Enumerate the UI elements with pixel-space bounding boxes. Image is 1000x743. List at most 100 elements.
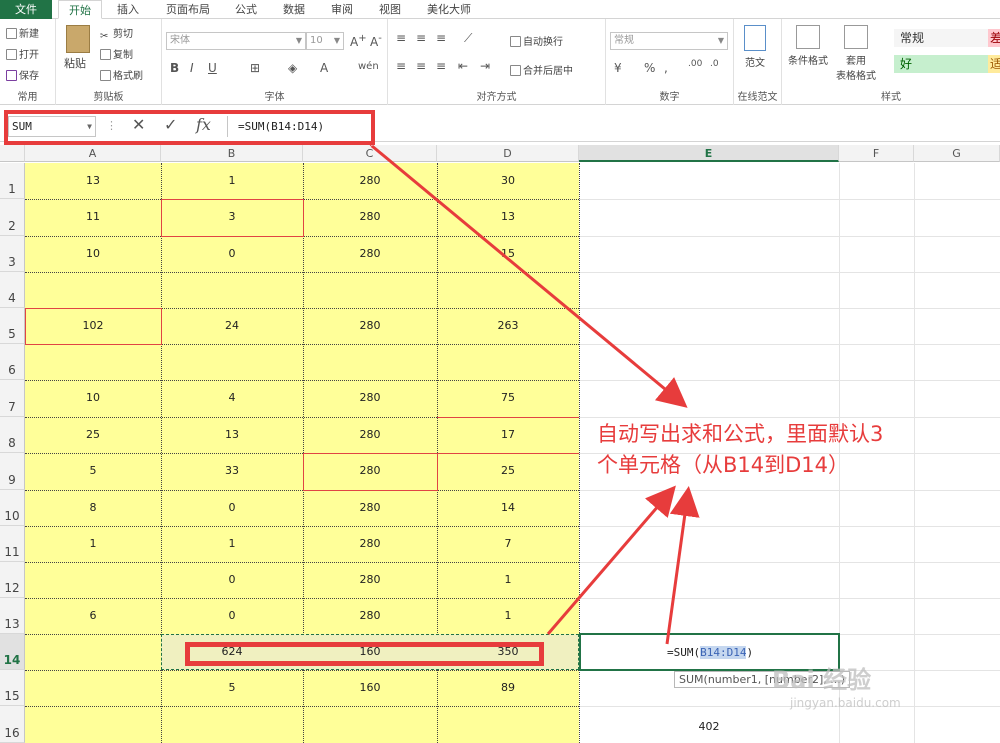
cell-d3[interactable]: 15: [437, 247, 579, 260]
tab-data[interactable]: 数据: [274, 0, 314, 19]
merge-center-button[interactable]: 合并后居中: [510, 62, 573, 77]
select-all-corner[interactable]: [0, 145, 25, 162]
tab-view[interactable]: 视图: [370, 0, 410, 19]
cell-a2[interactable]: 11: [25, 210, 161, 223]
cell-c11[interactable]: 280: [303, 537, 437, 550]
align-top-icon[interactable]: ≡: [396, 31, 406, 45]
open-button[interactable]: 打开: [6, 46, 39, 61]
table-format-button[interactable]: 套用 表格格式: [836, 25, 876, 82]
cell-b11[interactable]: 1: [161, 537, 303, 550]
cut-button[interactable]: ✂ 剪切: [100, 25, 133, 42]
cell-b10[interactable]: 0: [161, 501, 303, 514]
comma-icon[interactable]: ,: [664, 61, 668, 75]
cell-c1[interactable]: 280: [303, 174, 437, 187]
tab-beautify-master[interactable]: 美化大师: [418, 0, 480, 19]
conditional-format-button[interactable]: 条件格式: [788, 25, 828, 67]
cell-b5[interactable]: 24: [161, 319, 303, 332]
increase-font-icon[interactable]: A+: [350, 33, 367, 49]
column-header-d[interactable]: D: [437, 145, 579, 162]
column-header-g[interactable]: G: [914, 145, 1000, 162]
cell-d5[interactable]: 263: [437, 319, 579, 332]
cell-c9[interactable]: 280: [303, 464, 437, 477]
cell-a11[interactable]: 1: [25, 537, 161, 550]
row-header-7[interactable]: 7: [0, 380, 25, 417]
cell-c7[interactable]: 280: [303, 391, 437, 404]
row-header-16[interactable]: 16: [0, 706, 25, 743]
cell-a5[interactable]: 102: [25, 319, 161, 332]
cell-d10[interactable]: 14: [437, 501, 579, 514]
cell-d2[interactable]: 13: [437, 210, 579, 223]
align-right-icon[interactable]: ≡: [436, 59, 446, 73]
italic-icon[interactable]: I: [190, 61, 194, 75]
row-header-13[interactable]: 13: [0, 598, 25, 634]
row-header-5[interactable]: 5: [0, 308, 25, 344]
row-header-3[interactable]: 3: [0, 236, 25, 272]
row-header-4[interactable]: 4: [0, 272, 25, 308]
style-normal[interactable]: 常规: [894, 29, 988, 47]
row-header-10[interactable]: 10: [0, 490, 25, 526]
column-header-b[interactable]: B: [161, 145, 303, 162]
cell-c5[interactable]: 280: [303, 319, 437, 332]
fill-color-icon[interactable]: ◈: [288, 61, 297, 75]
cell-a1[interactable]: 13: [25, 174, 161, 187]
row-header-1[interactable]: 1: [0, 163, 25, 199]
tab-formulas[interactable]: 公式: [226, 0, 266, 19]
cell-c10[interactable]: 280: [303, 501, 437, 514]
cell-c15[interactable]: 160: [303, 681, 437, 694]
font-size-select[interactable]: 10 ▼: [306, 32, 344, 50]
cell-d9[interactable]: 25: [437, 464, 579, 477]
phonetic-icon[interactable]: wén: [358, 61, 379, 72]
font-name-select[interactable]: 宋体 ▼: [166, 32, 306, 50]
increase-decimal-icon[interactable]: .00: [688, 59, 702, 69]
tab-insert[interactable]: 插入: [108, 0, 148, 19]
align-center-icon[interactable]: ≡: [416, 59, 426, 73]
bold-icon[interactable]: B: [170, 61, 179, 75]
row-header-2[interactable]: 2: [0, 199, 25, 236]
copy-button[interactable]: 复制: [100, 46, 133, 61]
percent-icon[interactable]: %: [644, 61, 655, 75]
align-bottom-icon[interactable]: ≡: [436, 31, 446, 45]
row-header-9[interactable]: 9: [0, 453, 25, 490]
cell-d13[interactable]: 1: [437, 609, 579, 622]
cell-c13[interactable]: 280: [303, 609, 437, 622]
cell-c12[interactable]: 280: [303, 573, 437, 586]
cell-a7[interactable]: 10: [25, 391, 161, 404]
border-icon[interactable]: ⊞: [250, 61, 260, 75]
cell-d11[interactable]: 7: [437, 537, 579, 550]
cell-d12[interactable]: 1: [437, 573, 579, 586]
column-header-f[interactable]: F: [839, 145, 914, 162]
cell-b12[interactable]: 0: [161, 573, 303, 586]
cell-a13[interactable]: 6: [25, 609, 161, 622]
column-header-a[interactable]: A: [25, 145, 161, 162]
cell-c3[interactable]: 280: [303, 247, 437, 260]
style-bad[interactable]: 差: [988, 29, 1000, 47]
cell-b3[interactable]: 0: [161, 247, 303, 260]
style-neutral[interactable]: 适: [988, 55, 1000, 73]
cell-e16[interactable]: 402: [579, 720, 839, 733]
font-color-icon[interactable]: A: [320, 61, 328, 75]
row-header-12[interactable]: 12: [0, 562, 25, 598]
cell-b15[interactable]: 5: [161, 681, 303, 694]
cell-a8[interactable]: 25: [25, 428, 161, 441]
cell-d1[interactable]: 30: [437, 174, 579, 187]
underline-icon[interactable]: U: [208, 61, 217, 75]
cell-b7[interactable]: 4: [161, 391, 303, 404]
row-header-6[interactable]: 6: [0, 344, 25, 380]
align-left-icon[interactable]: ≡: [396, 59, 406, 73]
cell-c2[interactable]: 280: [303, 210, 437, 223]
cell-b13[interactable]: 0: [161, 609, 303, 622]
cell-b8[interactable]: 13: [161, 428, 303, 441]
format-painter-button[interactable]: 格式刷: [100, 67, 143, 82]
tab-review[interactable]: 审阅: [322, 0, 362, 19]
row-header-11[interactable]: 11: [0, 526, 25, 562]
tab-file[interactable]: 文件: [0, 0, 52, 19]
row-header-14[interactable]: 14: [0, 634, 25, 670]
cell-c8[interactable]: 280: [303, 428, 437, 441]
number-format-select[interactable]: 常规 ▼: [610, 32, 728, 50]
wrap-text-button[interactable]: 自动换行: [510, 33, 563, 48]
cell-b2[interactable]: 3: [161, 210, 303, 223]
cell-d7[interactable]: 75: [437, 391, 579, 404]
save-button[interactable]: 保存: [6, 67, 39, 82]
indent-decrease-icon[interactable]: ⇤: [458, 59, 468, 73]
style-good[interactable]: 好: [894, 55, 988, 73]
